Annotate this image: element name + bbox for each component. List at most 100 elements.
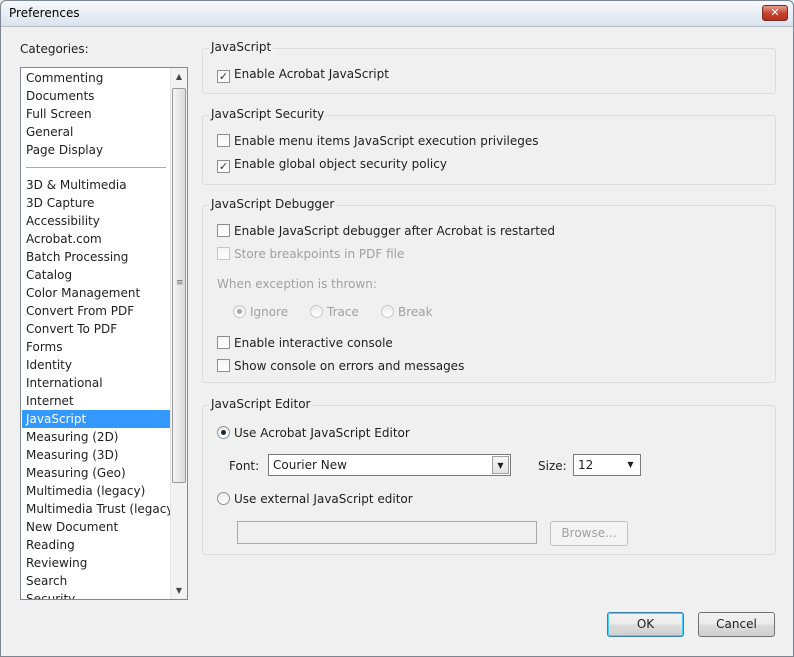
- use-external-editor-label: Use external JavaScript editor: [234, 492, 413, 506]
- category-item-internet[interactable]: Internet: [22, 392, 170, 410]
- break-label: Break: [398, 305, 433, 319]
- category-item-new-document[interactable]: New Document: [22, 518, 170, 536]
- menu-privileges-checkbox[interactable]: [217, 134, 230, 147]
- category-item-multimedia-legacy[interactable]: Multimedia (legacy): [22, 482, 170, 500]
- category-item-3d-multimedia[interactable]: 3D & Multimedia: [22, 176, 170, 194]
- size-select-value: 12: [578, 458, 594, 472]
- console-on-errors-checkbox[interactable]: [217, 359, 230, 372]
- javascript-debugger-title: JavaScript Debugger: [209, 197, 337, 211]
- category-item-reviewing[interactable]: Reviewing: [22, 554, 170, 572]
- console-on-errors-row[interactable]: Show console on errors and messages: [217, 359, 464, 373]
- scroll-down-arrow-icon[interactable]: ▼: [171, 582, 187, 599]
- category-item-international[interactable]: International: [22, 374, 170, 392]
- category-separator: [26, 167, 166, 169]
- chevron-down-icon[interactable]: ▼: [492, 456, 509, 474]
- category-item-documents[interactable]: Documents: [22, 87, 170, 105]
- javascript-debugger-group: JavaScript Debugger Enable JavaScript de…: [202, 197, 776, 383]
- category-item-measuring-geo[interactable]: Measuring (Geo): [22, 464, 170, 482]
- use-acrobat-editor-radio[interactable]: [217, 426, 230, 439]
- javascript-security-title: JavaScript Security: [209, 107, 327, 121]
- category-item-catalog[interactable]: Catalog: [22, 266, 170, 284]
- javascript-group: JavaScript ✓ Enable Acrobat JavaScript: [202, 40, 776, 94]
- category-item-accessibility[interactable]: Accessibility: [22, 212, 170, 230]
- category-item-3d-capture[interactable]: 3D Capture: [22, 194, 170, 212]
- break-radio[interactable]: [381, 305, 394, 318]
- font-select[interactable]: Courier New ▼: [268, 454, 511, 476]
- interactive-console-label: Enable interactive console: [234, 336, 393, 350]
- category-item-batch-processing[interactable]: Batch Processing: [22, 248, 170, 266]
- category-item-javascript[interactable]: JavaScript: [22, 410, 170, 428]
- scroll-thumb[interactable]: ≡: [172, 88, 186, 483]
- category-item-measuring-3d[interactable]: Measuring (3D): [22, 446, 170, 464]
- trace-radio[interactable]: [310, 305, 323, 318]
- store-breakpoints-row[interactable]: Store breakpoints in PDF file: [217, 247, 404, 261]
- global-policy-checkbox[interactable]: ✓: [217, 160, 230, 173]
- category-item-acrobat-com[interactable]: Acrobat.com: [22, 230, 170, 248]
- category-item-identity[interactable]: Identity: [22, 356, 170, 374]
- category-item-commenting[interactable]: Commenting: [22, 69, 170, 87]
- scroll-up-arrow-icon[interactable]: ▲: [171, 68, 187, 85]
- ignore-label: Ignore: [250, 305, 289, 319]
- enable-javascript-row[interactable]: ✓ Enable Acrobat JavaScript: [217, 67, 389, 83]
- category-item-forms[interactable]: Forms: [22, 338, 170, 356]
- use-acrobat-editor-row[interactable]: Use Acrobat JavaScript Editor: [217, 426, 410, 440]
- enable-debugger-checkbox[interactable]: [217, 224, 230, 237]
- enable-javascript-checkbox[interactable]: ✓: [217, 70, 230, 83]
- trace-label: Trace: [327, 305, 359, 319]
- close-button[interactable]: ✕: [762, 5, 788, 21]
- menu-privileges-label: Enable menu items JavaScript execution p…: [234, 134, 539, 148]
- category-item-reading[interactable]: Reading: [22, 536, 170, 554]
- categories-items: Commenting Documents Full Screen General…: [22, 69, 178, 599]
- break-option[interactable]: Break: [381, 305, 433, 319]
- enable-javascript-label: Enable Acrobat JavaScript: [234, 67, 389, 81]
- categories-scrollbar[interactable]: ▲ ≡ ▼: [170, 68, 187, 599]
- browse-button[interactable]: Browse...: [550, 521, 628, 546]
- font-label: Font:: [229, 459, 260, 473]
- external-editor-path-input[interactable]: [237, 521, 537, 544]
- use-external-editor-row[interactable]: Use external JavaScript editor: [217, 492, 413, 506]
- ignore-option[interactable]: Ignore: [233, 305, 288, 319]
- size-label: Size:: [538, 459, 567, 473]
- interactive-console-row[interactable]: Enable interactive console: [217, 336, 393, 350]
- font-select-value: Courier New: [273, 458, 347, 472]
- title-bar[interactable]: Preferences ✕: [1, 1, 793, 27]
- category-item-general[interactable]: General: [22, 123, 170, 141]
- use-acrobat-editor-label: Use Acrobat JavaScript Editor: [234, 426, 410, 440]
- enable-debugger-row[interactable]: Enable JavaScript debugger after Acrobat…: [217, 224, 555, 238]
- chevron-down-icon[interactable]: ▼: [622, 456, 639, 474]
- categories-list[interactable]: Commenting Documents Full Screen General…: [20, 67, 188, 600]
- category-item-multimedia-trust-legacy[interactable]: Multimedia Trust (legacy): [22, 500, 178, 518]
- javascript-editor-group: JavaScript Editor Use Acrobat JavaScript…: [202, 397, 776, 555]
- category-item-convert-from-pdf[interactable]: Convert From PDF: [22, 302, 170, 320]
- categories-label: Categories:: [20, 42, 89, 56]
- category-item-full-screen[interactable]: Full Screen: [22, 105, 170, 123]
- exception-label: When exception is thrown:: [217, 277, 377, 291]
- ok-button[interactable]: OK: [607, 612, 684, 637]
- window-title: Preferences: [9, 6, 80, 20]
- javascript-editor-title: JavaScript Editor: [209, 397, 313, 411]
- global-policy-label: Enable global object security policy: [234, 157, 447, 171]
- category-item-color-management[interactable]: Color Management: [22, 284, 170, 302]
- cancel-button[interactable]: Cancel: [698, 612, 775, 637]
- use-external-editor-radio[interactable]: [217, 492, 230, 505]
- category-item-page-display[interactable]: Page Display: [22, 141, 170, 159]
- dialog-body: Categories: Commenting Documents Full Sc…: [2, 28, 792, 655]
- category-item-security[interactable]: Security: [22, 590, 170, 599]
- category-item-convert-to-pdf[interactable]: Convert To PDF: [22, 320, 170, 338]
- interactive-console-checkbox[interactable]: [217, 336, 230, 349]
- javascript-security-group: JavaScript Security Enable menu items Ja…: [202, 107, 776, 185]
- menu-privileges-row[interactable]: Enable menu items JavaScript execution p…: [217, 134, 539, 148]
- console-on-errors-label: Show console on errors and messages: [234, 359, 465, 373]
- store-breakpoints-label: Store breakpoints in PDF file: [234, 247, 405, 261]
- category-item-search[interactable]: Search: [22, 572, 170, 590]
- category-item-measuring-2d[interactable]: Measuring (2D): [22, 428, 170, 446]
- ignore-radio[interactable]: [233, 305, 246, 318]
- store-breakpoints-checkbox[interactable]: [217, 247, 230, 260]
- global-policy-row[interactable]: ✓ Enable global object security policy: [217, 157, 447, 173]
- javascript-group-title: JavaScript: [209, 40, 274, 54]
- enable-debugger-label: Enable JavaScript debugger after Acrobat…: [234, 224, 555, 238]
- grip-icon: ≡: [176, 278, 184, 288]
- preferences-dialog: Preferences ✕ Categories: Commenting Doc…: [0, 0, 794, 657]
- size-select[interactable]: 12 ▼: [573, 454, 641, 476]
- trace-option[interactable]: Trace: [310, 305, 359, 319]
